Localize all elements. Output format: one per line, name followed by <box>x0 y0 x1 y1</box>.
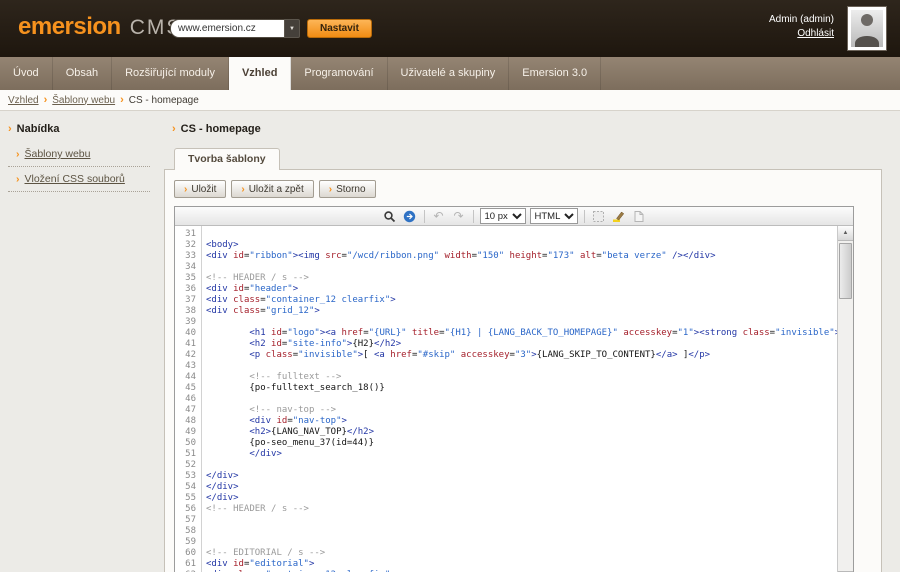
arrow-icon: › <box>329 184 332 195</box>
arrow-icon: › <box>241 184 244 195</box>
redo-icon[interactable]: ↷ <box>451 209 467 224</box>
arrow-icon: › <box>16 173 20 185</box>
syntax-select[interactable]: HTML <box>530 208 578 224</box>
sidebar-title: › Nabídka <box>8 123 150 142</box>
breadcrumb-current: CS - homepage <box>129 95 199 106</box>
arrow-icon: › <box>172 123 176 135</box>
font-size-select[interactable]: 10 px <box>480 208 526 224</box>
template-panel: › Uložit › Uložit a zpět › Storno <box>164 169 882 572</box>
go-to-line-icon[interactable] <box>402 209 418 224</box>
chevron-down-icon: ▼ <box>289 26 295 32</box>
cancel-button-label: Storno <box>336 184 365 195</box>
scrollbar-thumb[interactable] <box>839 243 852 299</box>
arrow-icon: › <box>16 148 20 160</box>
logo-brand: emersion <box>18 13 121 40</box>
sidebar-item-vlozeni-css-souboru[interactable]: › Vložení CSS souborů <box>8 167 150 192</box>
undo-icon[interactable]: ↶ <box>431 209 447 224</box>
save-button[interactable]: › Uložit <box>174 180 226 198</box>
logout-link[interactable]: Odhlásit <box>797 28 834 39</box>
main-nav: Úvod Obsah Rozšiřující moduly Vzhled Pro… <box>0 57 900 90</box>
nav-item-rozsirujici-moduly[interactable]: Rozšiřující moduly <box>112 57 229 90</box>
save-and-back-button[interactable]: › Uložit a zpět <box>231 180 313 198</box>
arrow-icon: › <box>8 123 12 135</box>
sidebar-item-label: Vložení CSS souborů <box>25 173 125 185</box>
topbar: emersionCMS ▼ Nastavit Admin (admin) Odh… <box>0 0 900 57</box>
reset-highlight-icon[interactable] <box>631 209 647 224</box>
tab-tvorba-sablony[interactable]: Tvorba šablony <box>174 148 280 170</box>
content: › CS - homepage Tvorba šablony › Uložit … <box>164 123 882 572</box>
breadcrumb-separator-icon: › <box>44 94 48 106</box>
nav-item-programovani[interactable]: Programování <box>291 57 387 90</box>
highlight-icon[interactable] <box>611 209 627 224</box>
arrow-icon: › <box>184 184 187 195</box>
editor-scrollbar[interactable]: ▲ ▼ <box>837 226 853 572</box>
smooth-selection-icon[interactable] <box>591 209 607 224</box>
search-icon[interactable] <box>382 209 398 224</box>
avatar-photo <box>851 10 883 47</box>
logo: emersionCMS <box>18 13 182 41</box>
breadcrumb-link-vzhled[interactable]: Vzhled <box>8 95 39 106</box>
toolbar-separator <box>473 210 474 223</box>
editor-body: 3132333435363738394041424344454647484950… <box>175 226 853 572</box>
editor-code[interactable]: <body><div id="ribbon"><img src="/wcd/ri… <box>202 226 837 572</box>
breadcrumb-separator-icon: › <box>120 94 124 106</box>
save-button-label: Uložit <box>191 184 216 195</box>
user-label: Admin (admin) <box>769 13 834 27</box>
avatar <box>847 6 887 51</box>
cancel-button[interactable]: › Storno <box>319 180 376 198</box>
editor-line-numbers: 3132333435363738394041424344454647484950… <box>175 226 202 572</box>
sidebar-item-sablony-webu[interactable]: › Šablony webu <box>8 142 150 167</box>
site-url-group: ▼ Nastavit <box>170 19 372 38</box>
action-buttons: › Uložit › Uložit a zpět › Storno <box>165 170 881 198</box>
sidebar-item-label: Šablony webu <box>25 148 91 160</box>
nav-item-vzhled[interactable]: Vzhled <box>229 57 291 90</box>
template-code-editor: ↶ ↷ 10 px HTML <box>174 206 854 572</box>
breadcrumb: Vzhled › Šablony webu › CS - homepage <box>0 90 900 111</box>
toolbar-separator <box>424 210 425 223</box>
site-url-dropdown-button[interactable]: ▼ <box>284 19 300 38</box>
toolbar-separator <box>584 210 585 223</box>
nav-item-uzivatele-a-skupiny[interactable]: Uživatelé a skupiny <box>388 57 510 90</box>
nav-item-uvod[interactable]: Úvod <box>0 57 53 90</box>
set-site-button[interactable]: Nastavit <box>307 19 372 38</box>
nav-item-obsah[interactable]: Obsah <box>53 57 112 90</box>
user-box: Admin (admin) Odhlásit <box>769 13 834 41</box>
page: emersionCMS ▼ Nastavit Admin (admin) Odh… <box>0 0 900 572</box>
sidebar-title-label: Nabídka <box>17 123 60 135</box>
scroll-up-icon[interactable]: ▲ <box>838 226 853 241</box>
nav-item-emersion-3-0[interactable]: Emersion 3.0 <box>509 57 601 90</box>
breadcrumb-link-sablony-webu[interactable]: Šablony webu <box>52 95 115 106</box>
page-title: › CS - homepage <box>172 123 882 135</box>
editor-toolbar: ↶ ↷ 10 px HTML <box>175 207 853 226</box>
page-title-label: CS - homepage <box>181 123 261 135</box>
save-and-back-button-label: Uložit a zpět <box>249 184 304 195</box>
sidebar: › Nabídka › Šablony webu › Vložení CSS s… <box>8 123 150 192</box>
site-url-input[interactable] <box>170 19 284 38</box>
